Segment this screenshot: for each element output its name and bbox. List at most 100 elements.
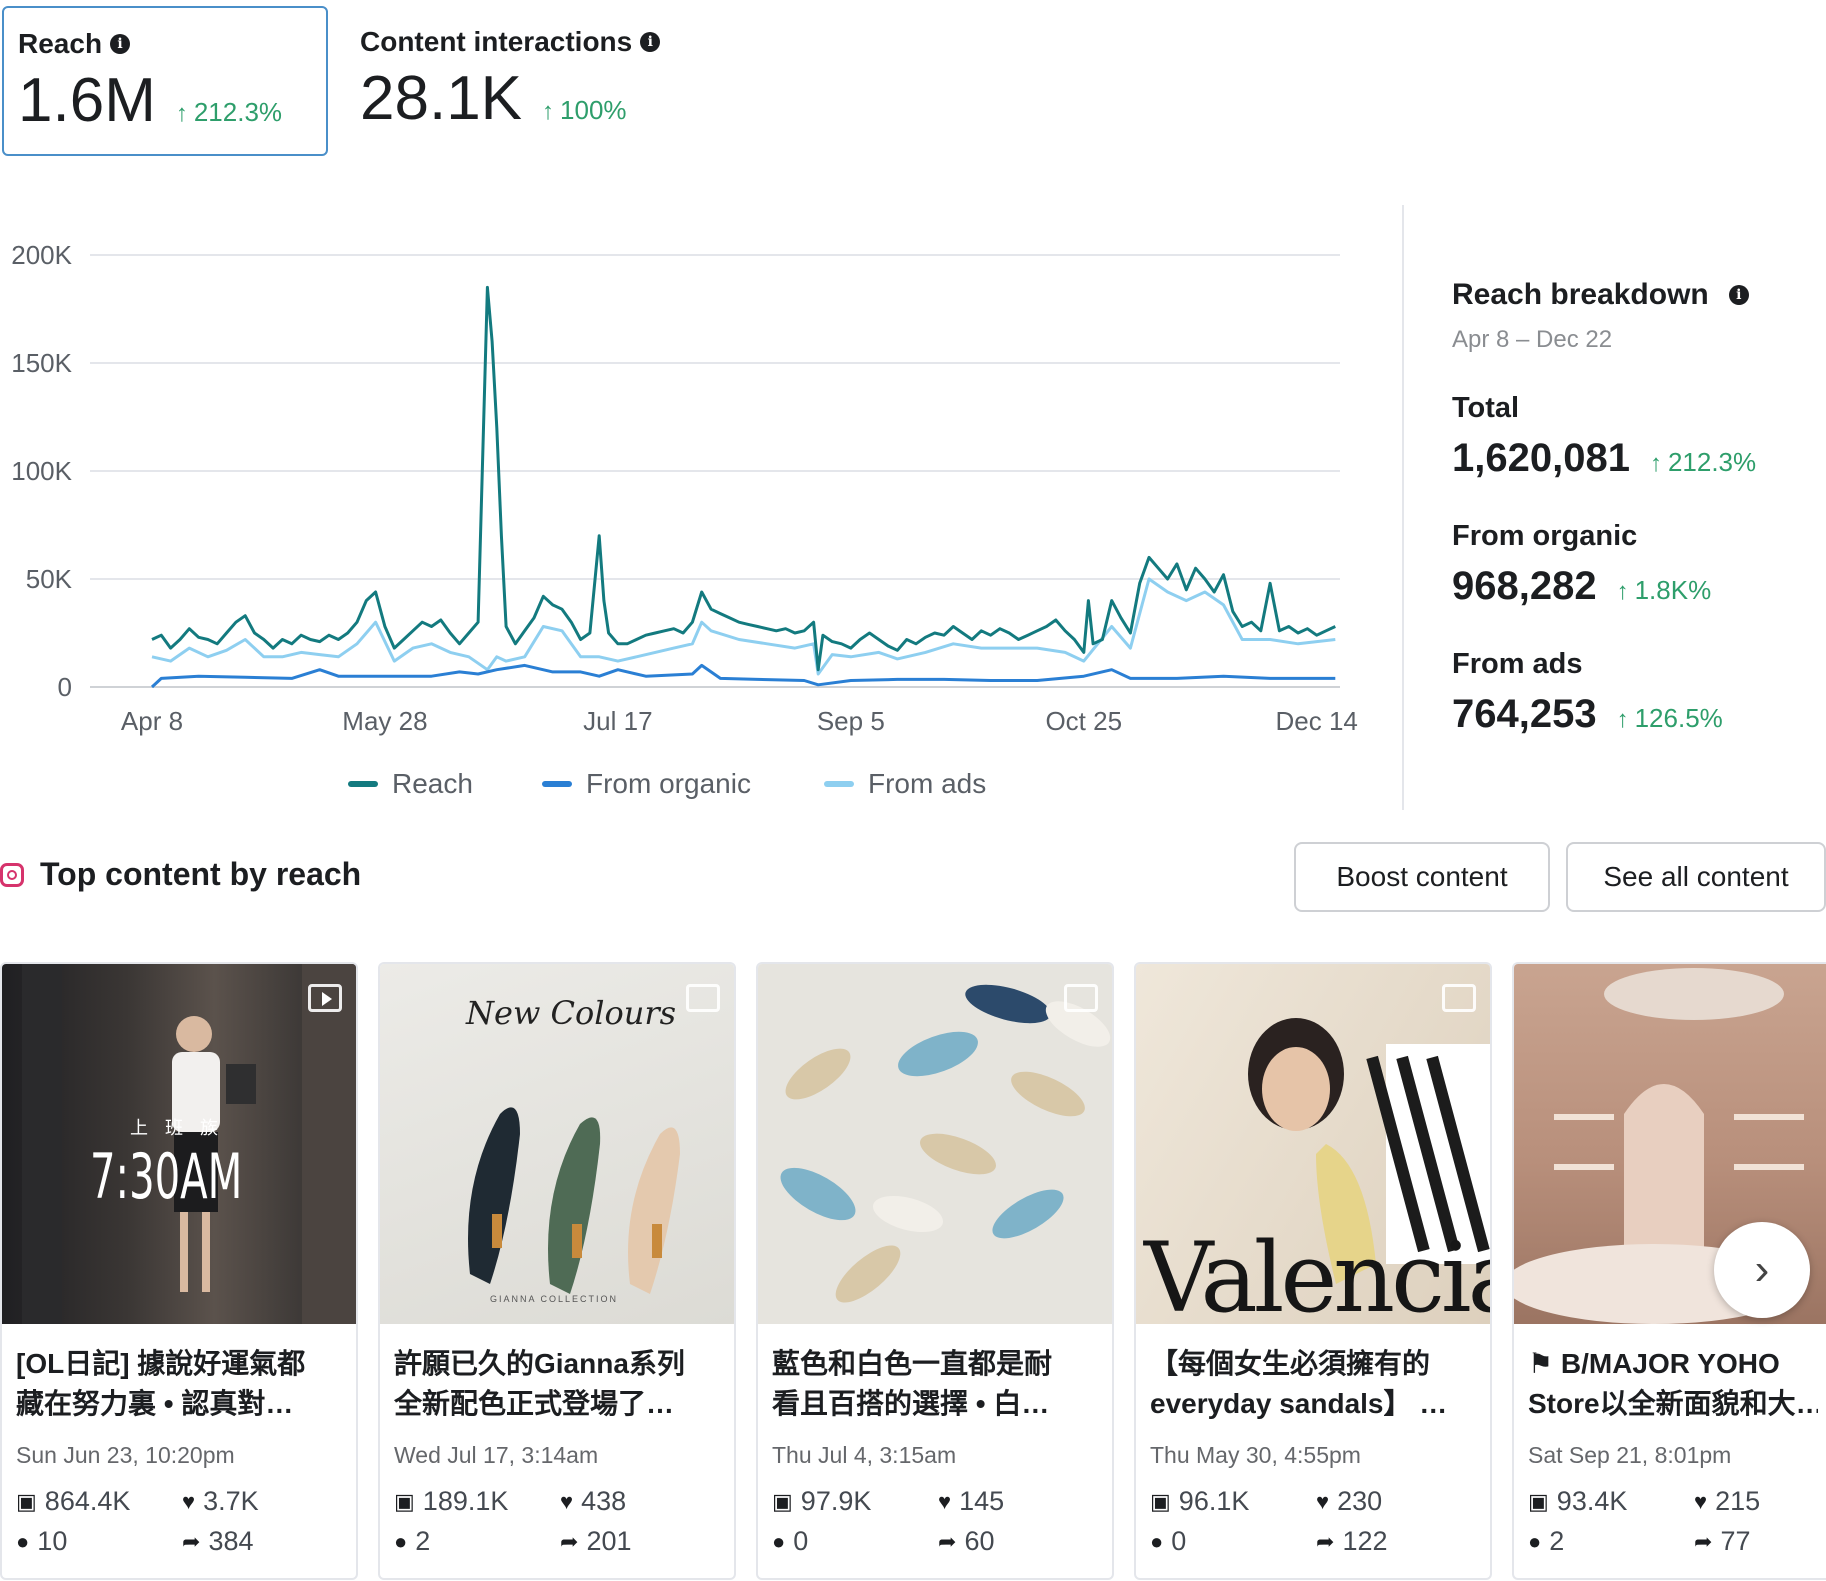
legend-item-ads[interactable]: From ads — [824, 768, 986, 800]
organic-row: 968,282 ↑ 1.8K% — [1452, 564, 1711, 609]
interactions-value: 28.1K — [360, 64, 523, 133]
info-icon[interactable]: i — [1728, 285, 1749, 305]
ads-change: ↑ 126.5% — [1616, 703, 1723, 733]
legend-item-reach[interactable]: Reach — [348, 768, 473, 800]
comments-stat: ● 2 — [1528, 1526, 1565, 1556]
shares-stat: ➦ 122 — [1316, 1526, 1388, 1556]
comments-stat: ● 0 — [772, 1526, 809, 1556]
legend-label: Reach — [392, 768, 473, 799]
content-card[interactable]: New Colours GIANNA COLLECTION 許願已久的Giann… — [378, 962, 736, 1580]
post-caption: 許願已久的Gianna系列 全新配色正式登場了… — [394, 1348, 685, 1419]
breakdown-title: Reach breakdown i — [1452, 278, 1749, 312]
post-date: Wed Jul 17, 3:14am — [394, 1442, 599, 1468]
post-thumbnail: New Colours GIANNA COLLECTION — [380, 964, 734, 1324]
image-icon: ▣ — [772, 1488, 793, 1514]
heart-icon: ♥ — [182, 1488, 196, 1514]
content-card[interactable]: Valencia 【每個女生必須擁有的 everyday sandals】 … T… — [1134, 962, 1492, 1580]
y-tick-label: 0 — [58, 672, 72, 702]
reach-metric-card[interactable]: Reach i 1.6M ↑ 212.3% — [2, 6, 328, 156]
info-icon[interactable]: i — [110, 34, 131, 54]
overlay-title: New Colours — [466, 994, 677, 1032]
views-stat: ▣ 189.1K — [394, 1486, 509, 1516]
arrow-up-icon: ↑ — [1649, 450, 1662, 477]
instagram-icon — [0, 862, 24, 887]
shares-stat: ➦ 77 — [1694, 1526, 1751, 1556]
views-stat: ▣ 864.4K — [16, 1486, 131, 1516]
comment-icon: ● — [1150, 1528, 1164, 1554]
shares-stat: ➦ 384 — [182, 1526, 254, 1556]
heart-icon: ♥ — [560, 1488, 574, 1514]
total-label: Total — [1452, 392, 1520, 424]
comment-icon: ● — [394, 1528, 408, 1554]
post-thumbnail: Valencia — [1136, 964, 1490, 1324]
post-date: Sat Sep 21, 8:01pm — [1528, 1442, 1732, 1468]
x-tick-label: Jul 17 — [583, 706, 652, 736]
x-tick-label: May 28 — [342, 706, 427, 736]
shares-stat: ➦ 201 — [560, 1526, 632, 1556]
reach-change: ↑ 212.3% — [175, 97, 283, 127]
carousel-icon — [1442, 984, 1476, 1012]
likes-stat: ♥ 145 — [938, 1486, 1005, 1516]
share-arrow-icon: ➦ — [182, 1528, 201, 1554]
legend-item-organic[interactable]: From organic — [542, 768, 751, 800]
content-card[interactable]: 藍色和白色一直都是耐 看且百搭的選擇 • 白… Thu Jul 4, 3:15am… — [756, 962, 1114, 1580]
ads-value: 764,253 — [1452, 692, 1597, 736]
interactions-change: ↑ 100% — [542, 95, 627, 125]
share-arrow-icon: ➦ — [560, 1528, 579, 1554]
organic-change: ↑ 1.8K% — [1616, 575, 1712, 605]
y-tick-label: 200K — [11, 240, 72, 270]
comments-stat: ● 10 — [16, 1526, 68, 1556]
heart-icon: ♥ — [1694, 1488, 1708, 1514]
share-arrow-icon: ➦ — [1694, 1528, 1713, 1554]
carousel-icon — [686, 984, 720, 1012]
likes-stat: ♥ 230 — [1316, 1486, 1383, 1516]
ads-swatch — [824, 781, 854, 787]
breakdown-date-range: Apr 8 – Dec 22 — [1452, 326, 1613, 353]
x-tick-label: Dec 14 — [1276, 706, 1358, 736]
ads-row: 764,253 ↑ 126.5% — [1452, 692, 1723, 737]
post-date: Thu May 30, 4:55pm — [1150, 1442, 1361, 1468]
overlay-time: 7:30AM — [90, 1140, 243, 1213]
legend-label: From ads — [868, 768, 987, 799]
shoes-illustration — [780, 984, 1111, 1303]
comments-stat: ● 0 — [1150, 1526, 1187, 1556]
organic-swatch — [542, 781, 572, 787]
image-icon: ▣ — [394, 1488, 415, 1514]
total-change: ↑ 212.3% — [1649, 447, 1757, 477]
overlay-caption: GIANNA COLLECTION — [490, 1294, 619, 1304]
views-stat: ▣ 97.9K — [772, 1486, 872, 1516]
organic-value: 968,282 — [1452, 564, 1597, 608]
see-all-content-button[interactable]: See all content — [1566, 842, 1826, 912]
content-card[interactable]: 上 班 族 7:30AM [OL日記] 據說好運氣都 藏在努力裏 • 認真對… S… — [0, 962, 358, 1580]
video-icon — [308, 984, 342, 1012]
carousel-icon — [1064, 984, 1098, 1012]
info-icon[interactable]: i — [640, 32, 661, 52]
comments-stat: ● 2 — [394, 1526, 431, 1556]
total-value: 1,620,081 — [1452, 436, 1630, 480]
likes-stat: ♥ 3.7K — [182, 1486, 259, 1516]
likes-stat: ♥ 438 — [560, 1486, 627, 1516]
chevron-right-icon[interactable]: › — [1714, 1222, 1810, 1318]
interactions-metric-card[interactable]: Content interactions i 28.1K ↑ 100% — [346, 6, 726, 156]
x-tick-label: Apr 8 — [121, 706, 183, 736]
top-content-heading: Top content by reach — [40, 856, 362, 892]
views-stat: ▣ 93.4K — [1528, 1486, 1628, 1516]
top-content-title: Top content by reach — [0, 856, 361, 893]
divider — [1402, 205, 1404, 810]
arrow-up-icon: ↑ — [1616, 578, 1629, 605]
y-tick-label: 50K — [26, 564, 73, 594]
series-line-reach — [151, 285, 1336, 672]
y-tick-label: 150K — [11, 348, 72, 378]
boost-content-button[interactable]: Boost content — [1294, 842, 1550, 912]
x-tick-label: Oct 25 — [1045, 706, 1122, 736]
overlay-title: Valencia — [1144, 1222, 1490, 1324]
post-date: Thu Jul 4, 3:15am — [772, 1442, 957, 1468]
series-line-from-ads — [151, 577, 1336, 676]
interactions-label: Content interactions — [360, 26, 633, 57]
likes-stat: ♥ 215 — [1694, 1486, 1761, 1516]
arrow-up-icon: ↑ — [542, 98, 555, 125]
reach-line-chart: 200K 150K 100K 50K 0 Apr 8 May 28 Jul 17 Sep 5 Oc… — [11, 240, 1358, 736]
image-icon: ▣ — [1150, 1488, 1171, 1514]
legend-label: From organic — [586, 768, 751, 799]
post-caption: ⚑ B/MAJOR YOHO Store以全新面貌和大… — [1528, 1348, 1818, 1419]
